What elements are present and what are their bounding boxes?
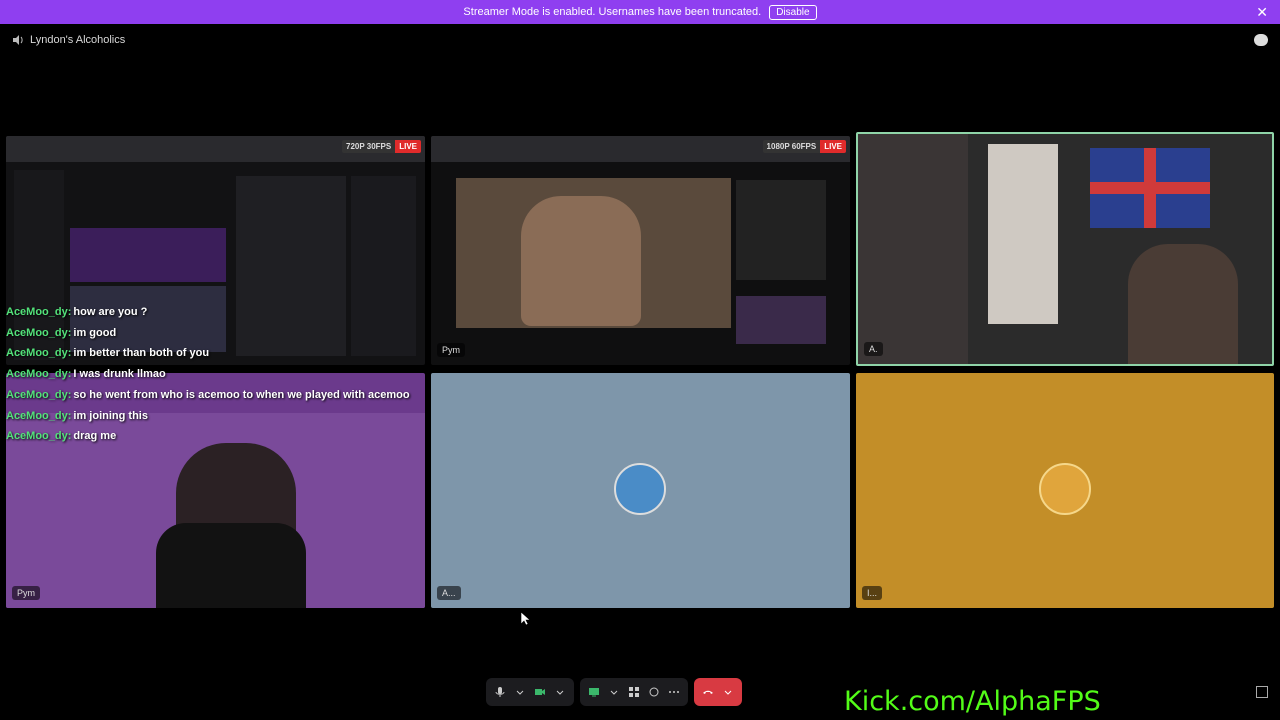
chevron-down-icon[interactable] [554,686,566,698]
soundboard-icon[interactable] [648,686,660,698]
participant-name: Pym [437,343,465,357]
mic-controls [486,678,574,706]
stream-quality-badge: 1080P 60FPS LIVE [762,140,846,153]
stream-chat-overlay: AceMoo_dy: how are you ? AceMoo_dy: im goo… [6,302,410,447]
participant-name: Pym [12,586,40,600]
tile-cam-3[interactable]: A. [856,132,1274,366]
avatar [614,463,666,515]
streamer-mode-banner: Streamer Mode is enabled. Usernames have… [0,0,1280,24]
chevron-down-icon[interactable] [514,686,526,698]
chevron-down-icon[interactable] [608,686,620,698]
chat-message: AceMoo_dy: so he went from who is acemoo … [6,388,410,401]
disable-streamer-mode-button[interactable]: Disable [769,4,817,20]
chevron-down-icon[interactable] [722,686,734,698]
leave-call-button[interactable] [694,678,742,706]
fullscreen-icon[interactable] [1256,686,1268,698]
screen-share-icon[interactable] [588,686,600,698]
chat-message: AceMoo_dy: how are you ? [6,306,148,318]
tile-avatar-i[interactable]: I... [856,373,1274,608]
chat-message: AceMoo_dy: im better than both of you [6,347,210,360]
mouse-cursor-icon [521,612,531,626]
call-controls [486,678,742,706]
tile-stream-2[interactable]: 1080P 60FPS LIVE Pym [431,136,850,365]
share-controls [580,678,688,706]
avatar [1039,463,1091,515]
chat-message: AceMoo_dy: drag me [6,430,117,443]
participant-name: A. [864,342,883,356]
close-icon[interactable]: ✕ [1256,4,1268,21]
stream-quality-badge: 720P 30FPS LIVE [342,140,421,153]
microphone-icon[interactable] [494,686,506,698]
speaker-icon [13,35,23,45]
more-options-icon[interactable] [668,686,680,698]
chat-icon[interactable] [1254,34,1268,46]
channel-name: Lyndon's Alcoholics [30,34,126,46]
chat-message: AceMoo_dy: im joining this [6,409,148,422]
chat-message: AceMoo_dy: I was drunk llmao [6,368,166,381]
participant-name: A... [437,586,461,600]
chat-message: AceMoo_dy: im good [6,326,117,339]
banner-text: Streamer Mode is enabled. Usernames have… [463,6,762,18]
hang-up-icon[interactable] [702,686,714,698]
activities-icon[interactable] [628,686,640,698]
tile-avatar-a[interactable]: A... [431,373,850,608]
participant-name: I... [862,586,883,600]
kick-url-overlay: Kick.com/AlphaFPS [844,686,1101,717]
channel-header: Lyndon's Alcoholics [0,28,1280,52]
camera-icon[interactable] [534,686,546,698]
